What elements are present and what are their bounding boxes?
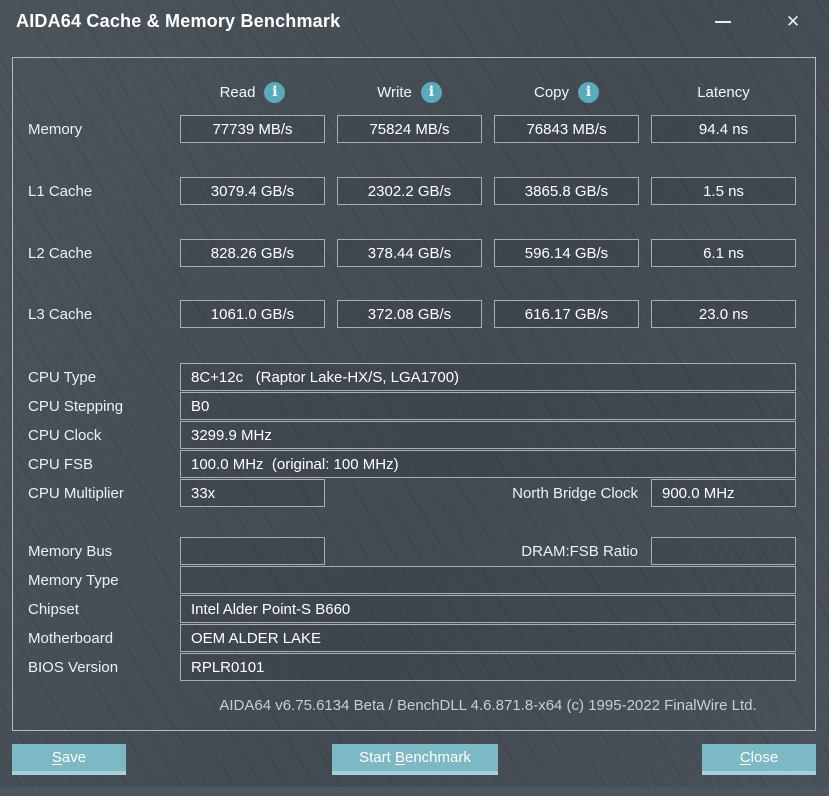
north-bridge-clock-value: 900.0 MHz	[651, 479, 796, 507]
l2-copy-value: 596.14 GB/s	[494, 239, 639, 267]
cpu-stepping-value: B0	[180, 392, 796, 420]
cpu-fsb-label: CPU FSB	[28, 450, 93, 478]
start-label-post: enchmark	[405, 749, 471, 766]
cpu-clock-label: CPU Clock	[28, 421, 101, 449]
l3-cache-row-label: L3 Cache	[28, 300, 92, 328]
l3-latency-value: 23.0 ns	[651, 300, 796, 328]
save-label-key: S	[52, 749, 62, 766]
latency-header-label: Latency	[697, 84, 750, 101]
close-button[interactable]: Close	[702, 744, 816, 775]
column-header-write: Write i	[337, 80, 482, 104]
l1-read-value: 3079.4 GB/s	[180, 177, 325, 205]
cpu-clock-value: 3299.9 MHz	[180, 421, 796, 449]
dram-fsb-ratio-label: DRAM:FSB Ratio	[337, 537, 638, 565]
start-label-key: B	[395, 749, 405, 766]
chipset-value: Intel Alder Point-S B660	[180, 595, 796, 623]
l2-latency-value: 6.1 ns	[651, 239, 796, 267]
column-header-copy: Copy i	[494, 80, 639, 104]
cpu-stepping-label: CPU Stepping	[28, 392, 123, 420]
window-close-button[interactable]: ✕	[776, 6, 810, 38]
dram-fsb-ratio-value	[651, 537, 796, 565]
l1-write-value: 2302.2 GB/s	[337, 177, 482, 205]
l2-read-value: 828.26 GB/s	[180, 239, 325, 267]
window-title: AIDA64 Cache & Memory Benchmark	[16, 11, 340, 32]
cpu-type-label: CPU Type	[28, 363, 96, 391]
benchmark-window: AIDA64 Cache & Memory Benchmark ✕ Read i…	[0, 0, 829, 796]
memory-bus-label: Memory Bus	[28, 537, 112, 565]
start-label-pre: Start	[359, 749, 395, 766]
close-label-post: lose	[751, 749, 779, 766]
bios-version-value: RPLR0101	[180, 653, 796, 681]
save-label-post: ave	[62, 749, 86, 766]
save-button[interactable]: Save	[12, 744, 126, 775]
cpu-type-value: 8C+12c (Raptor Lake-HX/S, LGA1700)	[180, 363, 796, 391]
column-header-read: Read i	[180, 80, 325, 104]
window-bottom-edge	[0, 787, 829, 796]
l3-copy-value: 616.17 GB/s	[494, 300, 639, 328]
l3-write-value: 372.08 GB/s	[337, 300, 482, 328]
version-info: AIDA64 v6.75.6134 Beta / BenchDLL 4.6.87…	[180, 697, 796, 714]
memory-type-label: Memory Type	[28, 566, 119, 594]
memory-type-value	[180, 566, 796, 594]
l3-read-value: 1061.0 GB/s	[180, 300, 325, 328]
memory-latency-value: 94.4 ns	[651, 115, 796, 143]
memory-row-label: Memory	[28, 115, 82, 143]
cpu-fsb-value: 100.0 MHz (original: 100 MHz)	[180, 450, 796, 478]
write-header-label: Write	[377, 84, 412, 101]
memory-copy-value: 76843 MB/s	[494, 115, 639, 143]
l1-latency-value: 1.5 ns	[651, 177, 796, 205]
write-info-icon[interactable]: i	[421, 82, 442, 103]
close-icon: ✕	[786, 12, 800, 32]
close-label-key: C	[740, 749, 751, 766]
cpu-multiplier-value: 33x	[180, 479, 325, 507]
start-benchmark-button[interactable]: Start Benchmark	[332, 744, 498, 775]
l2-write-value: 378.44 GB/s	[337, 239, 482, 267]
read-info-icon[interactable]: i	[264, 82, 285, 103]
read-header-label: Read	[220, 84, 256, 101]
copy-info-icon[interactable]: i	[578, 82, 599, 103]
column-header-latency: Latency	[651, 80, 796, 104]
minimize-button[interactable]	[706, 6, 740, 38]
memory-write-value: 75824 MB/s	[337, 115, 482, 143]
cpu-multiplier-label: CPU Multiplier	[28, 479, 124, 507]
north-bridge-clock-label: North Bridge Clock	[337, 479, 638, 507]
chipset-label: Chipset	[28, 595, 79, 623]
motherboard-label: Motherboard	[28, 624, 113, 652]
memory-bus-value	[180, 537, 325, 565]
l1-copy-value: 3865.8 GB/s	[494, 177, 639, 205]
motherboard-value: OEM ALDER LAKE	[180, 624, 796, 652]
memory-read-value: 77739 MB/s	[180, 115, 325, 143]
copy-header-label: Copy	[534, 84, 569, 101]
bios-version-label: BIOS Version	[28, 653, 118, 681]
minimize-icon	[715, 21, 731, 23]
l2-cache-row-label: L2 Cache	[28, 239, 92, 267]
l1-cache-row-label: L1 Cache	[28, 177, 92, 205]
